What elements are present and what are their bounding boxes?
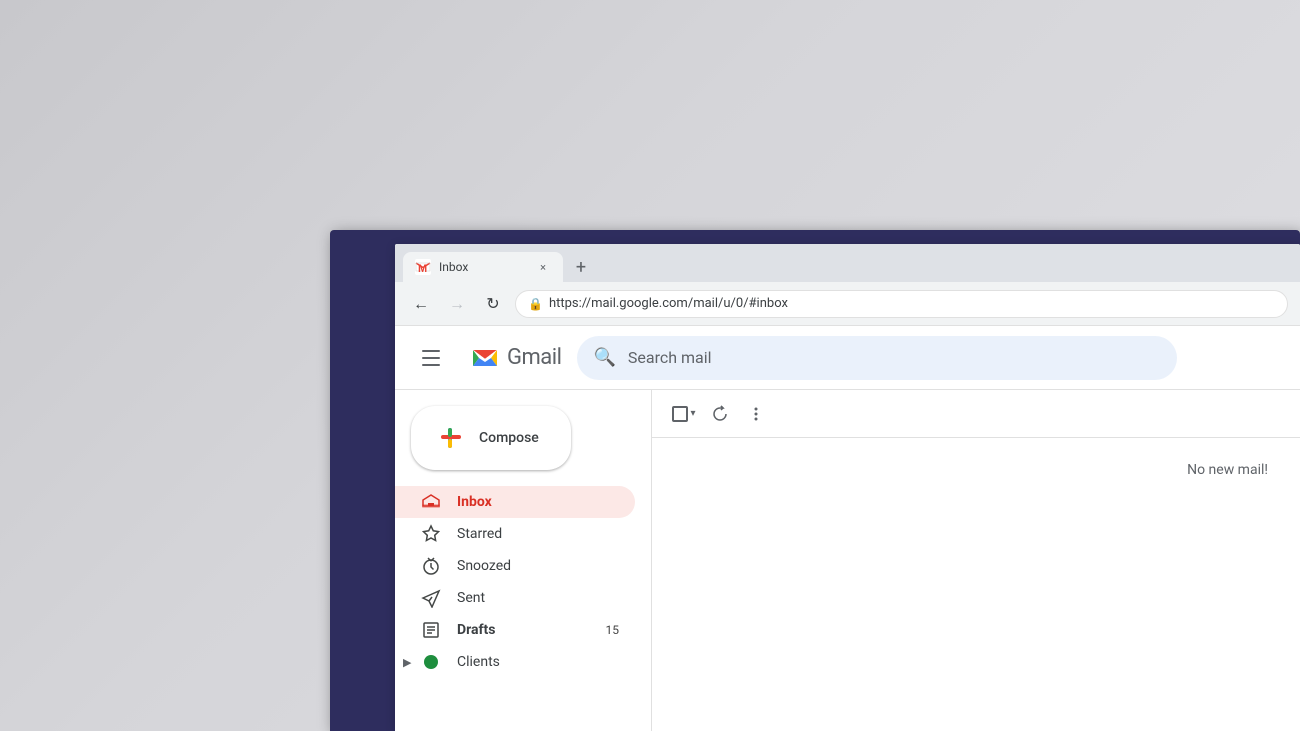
refresh-icon	[711, 405, 729, 423]
starred-label: Starred	[457, 526, 619, 542]
sidebar-item-snoozed[interactable]: Snoozed	[395, 550, 635, 582]
toolbar: ▾	[652, 390, 1300, 438]
star-icon	[421, 524, 441, 544]
sidebar: Compose Inbox	[395, 390, 651, 731]
select-dropdown-arrow: ▾	[690, 408, 695, 419]
sent-label: Sent	[457, 590, 619, 606]
gmail-body: Compose Inbox	[395, 390, 1300, 731]
compose-label: Compose	[479, 430, 539, 446]
inbox-icon	[421, 492, 441, 512]
inbox-label: Inbox	[457, 494, 603, 510]
empty-state: No new mail!	[652, 438, 1300, 731]
snooze-icon	[421, 556, 441, 576]
clients-label: Clients	[457, 654, 619, 670]
search-bar[interactable]: 🔍 Search mail	[577, 336, 1177, 380]
lock-icon: 🔒	[528, 297, 543, 311]
forward-button[interactable]: →	[443, 290, 471, 318]
reload-button[interactable]: ↻	[479, 290, 507, 318]
gmail-logo: Gmail	[467, 340, 561, 376]
gmail-m-icon	[467, 340, 503, 376]
compose-icon	[435, 422, 467, 454]
tab-title: Inbox	[439, 260, 527, 274]
tab-bar: M Inbox × +	[395, 244, 1300, 282]
clients-icon	[421, 652, 441, 672]
sidebar-item-inbox[interactable]: Inbox	[395, 486, 635, 518]
tab-favicon: M	[415, 259, 431, 275]
clients-dot	[424, 655, 438, 669]
drafts-label: Drafts	[457, 622, 590, 638]
sidebar-item-sent[interactable]: Sent	[395, 582, 635, 614]
select-checkbox	[672, 406, 688, 422]
new-tab-button[interactable]: +	[567, 253, 595, 281]
no-new-mail-text: No new mail!	[1187, 462, 1268, 478]
search-placeholder: Search mail	[628, 348, 1162, 367]
more-icon	[747, 405, 765, 423]
browser-window: M Inbox × + ← → ↻ 🔒 https://mail.google.…	[395, 244, 1300, 731]
gmail-header: Gmail 🔍 Search mail	[395, 326, 1300, 390]
hamburger-line-3	[422, 364, 440, 366]
url-bar[interactable]: 🔒 https://mail.google.com/mail/u/0/#inbo…	[515, 290, 1288, 318]
hamburger-menu-button[interactable]	[411, 338, 451, 378]
gmail-wordmark: Gmail	[507, 345, 561, 370]
draft-icon	[421, 620, 441, 640]
back-button[interactable]: ←	[407, 290, 435, 318]
sidebar-item-clients[interactable]: ▶ Clients	[395, 646, 635, 678]
url-text: https://mail.google.com/mail/u/0/#inbox	[549, 296, 788, 311]
hamburger-line-1	[422, 350, 440, 352]
hamburger-line-2	[422, 357, 440, 359]
compose-button[interactable]: Compose	[411, 406, 571, 470]
sidebar-item-starred[interactable]: Starred	[395, 518, 635, 550]
search-icon: 🔍	[593, 347, 615, 368]
snoozed-label: Snoozed	[457, 558, 619, 574]
browser-tab[interactable]: M Inbox ×	[403, 252, 563, 282]
svg-text:M: M	[418, 263, 427, 275]
address-bar: ← → ↻ 🔒 https://mail.google.com/mail/u/0…	[395, 282, 1300, 326]
main-content: ▾	[651, 390, 1300, 731]
send-icon	[421, 588, 441, 608]
tab-close-button[interactable]: ×	[535, 259, 551, 275]
more-options-button[interactable]	[740, 398, 772, 430]
chevron-right-icon: ▶	[403, 656, 411, 669]
drafts-badge: 15	[606, 623, 620, 637]
gmail-app: Gmail 🔍 Search mail	[395, 326, 1300, 731]
select-all-button[interactable]: ▾	[668, 398, 700, 430]
sidebar-item-drafts[interactable]: Drafts 15	[395, 614, 635, 646]
refresh-button[interactable]	[704, 398, 736, 430]
